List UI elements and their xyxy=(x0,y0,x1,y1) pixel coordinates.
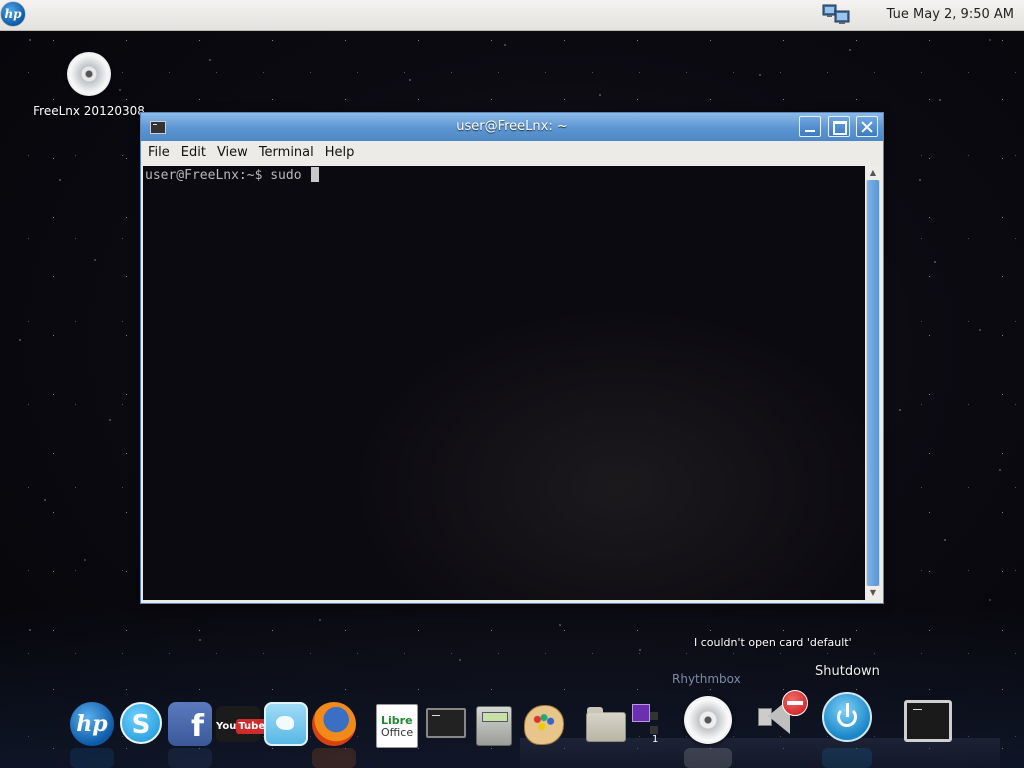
dock-terminal-2-icon[interactable] xyxy=(904,700,952,742)
menu-terminal[interactable]: Terminal xyxy=(255,141,318,165)
terminal-area[interactable]: user@FreeLnx:~$ sudo xyxy=(143,166,865,600)
network-computers-icon[interactable] xyxy=(822,2,852,26)
dock-skype-icon[interactable]: S xyxy=(120,702,162,744)
menu-edit[interactable]: Edit xyxy=(177,141,210,165)
libreoffice-label-b: Office xyxy=(381,726,414,739)
dock-terminal-icon[interactable] xyxy=(426,708,466,738)
prompt-line: user@FreeLnx:~$ sudo xyxy=(145,167,320,185)
window-titlebar[interactable]: user@FreeLnx: ~ xyxy=(141,113,883,141)
menu-bar: File Edit View Terminal Help xyxy=(141,141,883,165)
clock[interactable]: Tue May 2, 9:50 AM xyxy=(887,0,1014,30)
dock-workspace-switcher-icon[interactable]: 1 xyxy=(632,704,662,745)
dock-folder-icon[interactable] xyxy=(586,707,626,742)
dock-twitter-icon[interactable] xyxy=(264,702,308,746)
menu-view[interactable]: View xyxy=(213,141,252,165)
typed-command: sudo xyxy=(270,168,310,183)
hp-logo-icon[interactable]: hp xyxy=(1,2,25,26)
workspace-number: 1 xyxy=(652,734,659,745)
close-button[interactable] xyxy=(856,116,878,137)
dock-firefox-icon[interactable] xyxy=(312,702,356,746)
dock-hp-icon[interactable]: hp xyxy=(70,702,114,746)
dock-rhythmbox-cd-disc-icon[interactable] xyxy=(684,696,732,744)
top-panel: hp Tue May 2, 9:50 AM xyxy=(0,0,1024,31)
vertical-scrollbar[interactable]: ▲ ▼ xyxy=(866,166,880,600)
dock-reflection xyxy=(70,748,114,768)
window-title: user@FreeLnx: ~ xyxy=(456,119,568,134)
dock-libreoffice-icon[interactable]: Libre Office xyxy=(376,704,418,748)
dock-volume-muted-icon[interactable] xyxy=(752,690,808,746)
dock-power-icon[interactable] xyxy=(822,692,872,742)
desktop-icon-freelnx[interactable]: FreeLnx 20120308 xyxy=(30,52,148,118)
dock-reflection xyxy=(684,748,732,768)
dock-reflection xyxy=(168,748,212,768)
prompt: user@FreeLnx:~$ xyxy=(145,168,271,183)
wallpaper-horizon-glow xyxy=(0,608,1024,768)
minimize-button[interactable] xyxy=(799,116,821,137)
dock-facebook-icon[interactable]: f xyxy=(168,702,212,746)
scroll-down-arrow-icon[interactable]: ▼ xyxy=(866,586,880,600)
dock-reflection xyxy=(822,748,872,768)
menu-help[interactable]: Help xyxy=(321,141,359,165)
error-notification: I couldn't open card 'default' xyxy=(694,636,852,649)
maximize-button[interactable] xyxy=(828,116,850,137)
menu-file[interactable]: File xyxy=(144,141,174,165)
desktop-icon-label: FreeLnx 20120308 xyxy=(33,104,145,118)
dock-paint-palette-icon[interactable] xyxy=(524,705,564,745)
cd-disc-icon xyxy=(67,52,111,96)
text-cursor xyxy=(311,167,320,182)
rhythmbox-tooltip: Rhythmbox xyxy=(672,672,741,686)
shutdown-tooltip: Shutdown xyxy=(815,664,880,679)
dock-calculator-icon[interactable] xyxy=(476,706,512,746)
youtube-label-a: You xyxy=(216,721,237,732)
terminal-window: user@FreeLnx: ~ File Edit View Terminal Help… xyxy=(140,112,884,604)
scroll-up-arrow-icon[interactable]: ▲ xyxy=(866,166,880,180)
dock-reflection xyxy=(312,748,356,768)
dock-youtube-icon[interactable]: You Tube xyxy=(216,706,268,742)
youtube-label-b: Tube xyxy=(236,719,268,734)
scrollbar-thumb[interactable] xyxy=(867,180,879,586)
